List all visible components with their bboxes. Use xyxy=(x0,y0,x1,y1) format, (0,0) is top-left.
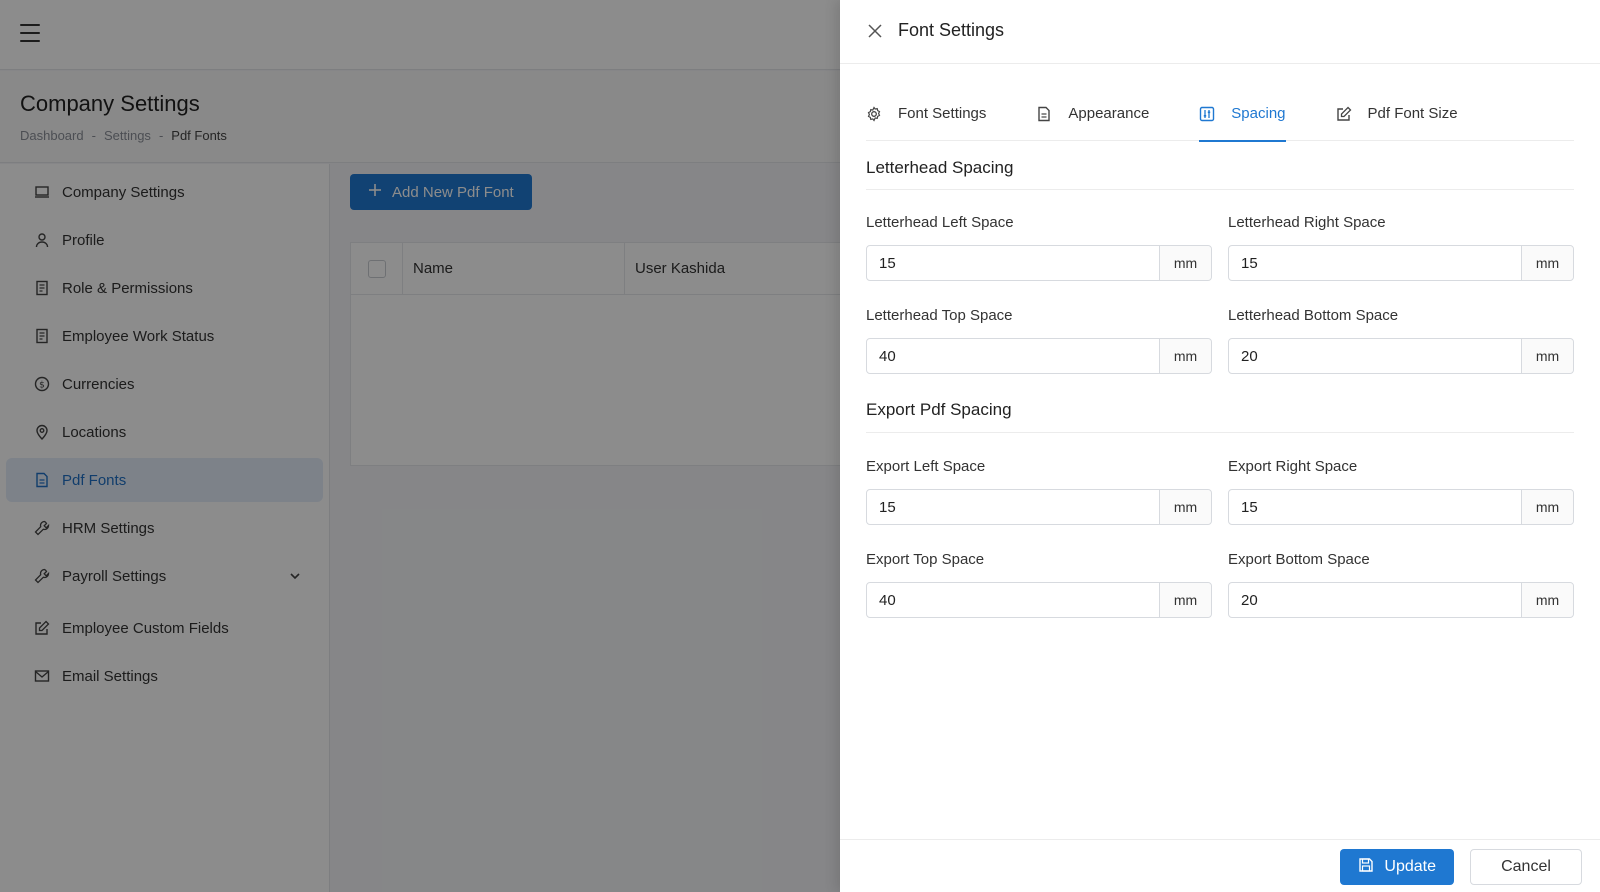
tab-font-settings[interactable]: Font Settings xyxy=(866,96,986,141)
letterhead-left-input[interactable] xyxy=(867,246,1159,280)
settings-tabs: Font Settings Appearance Spacing Pdf Fon… xyxy=(866,96,1574,142)
tab-label: Font Settings xyxy=(898,105,987,122)
letterhead-left-label: Letterhead Left Space xyxy=(866,214,1014,231)
unit-addon: mm xyxy=(1521,583,1573,617)
update-label: Update xyxy=(1384,858,1436,875)
letterhead-left-group: mm xyxy=(866,245,1212,281)
export-right-input[interactable] xyxy=(1229,490,1521,524)
tab-spacing[interactable]: Spacing xyxy=(1199,96,1286,142)
letterhead-right-input[interactable] xyxy=(1229,246,1521,280)
tab-label: Pdf Font Size xyxy=(1367,105,1458,122)
divider xyxy=(866,189,1574,190)
unit-addon: mm xyxy=(1159,246,1211,280)
letterhead-top-group: mm xyxy=(866,338,1212,374)
save-icon xyxy=(1358,857,1374,878)
file-icon xyxy=(1036,106,1052,122)
font-settings-drawer: Font Settings Font Settings Appearance S… xyxy=(840,0,1600,892)
unit-addon: mm xyxy=(1159,490,1211,524)
tab-label: Appearance xyxy=(1068,105,1150,122)
letterhead-right-label: Letterhead Right Space xyxy=(1228,214,1386,231)
spacing-icon xyxy=(1199,106,1215,122)
export-left-label: Export Left Space xyxy=(866,458,986,475)
export-bottom-group: mm xyxy=(1228,582,1574,618)
export-right-group: mm xyxy=(1228,489,1574,525)
divider xyxy=(866,432,1574,433)
tab-appearance[interactable]: Appearance xyxy=(1036,96,1149,141)
export-right-label: Export Right Space xyxy=(1228,458,1358,475)
unit-addon: mm xyxy=(1159,583,1211,617)
letterhead-bottom-group: mm xyxy=(1228,338,1574,374)
drawer-footer: Update Cancel xyxy=(840,839,1600,892)
unit-addon: mm xyxy=(1521,246,1573,280)
letterhead-right-group: mm xyxy=(1228,245,1574,281)
update-button[interactable]: Update xyxy=(1340,849,1454,885)
letterhead-bottom-input[interactable] xyxy=(1229,339,1521,373)
export-top-input[interactable] xyxy=(867,583,1159,617)
export-top-group: mm xyxy=(866,582,1212,618)
export-bottom-input[interactable] xyxy=(1229,583,1521,617)
unit-addon: mm xyxy=(1521,490,1573,524)
gear-icon xyxy=(866,106,882,122)
export-bottom-label: Export Bottom Space xyxy=(1228,551,1370,568)
letterhead-bottom-label: Letterhead Bottom Space xyxy=(1228,307,1399,324)
export-left-input[interactable] xyxy=(867,490,1159,524)
tab-pdf-font-size[interactable]: Pdf Font Size xyxy=(1336,96,1458,141)
letterhead-top-label: Letterhead Top Space xyxy=(866,307,1013,324)
drawer-header: Font Settings xyxy=(840,0,1600,64)
close-icon[interactable] xyxy=(866,22,884,40)
letterhead-top-input[interactable] xyxy=(867,339,1159,373)
edit-icon xyxy=(1336,106,1352,122)
unit-addon: mm xyxy=(1521,339,1573,373)
export-section-title: Export Pdf Spacing xyxy=(866,400,1012,419)
tab-label: Spacing xyxy=(1231,105,1286,122)
drawer-title: Font Settings xyxy=(898,20,1005,40)
unit-addon: mm xyxy=(1159,339,1211,373)
export-left-group: mm xyxy=(866,489,1212,525)
letterhead-section-title: Letterhead Spacing xyxy=(866,158,1014,177)
export-top-label: Export Top Space xyxy=(866,551,985,568)
cancel-button[interactable]: Cancel xyxy=(1470,849,1582,885)
